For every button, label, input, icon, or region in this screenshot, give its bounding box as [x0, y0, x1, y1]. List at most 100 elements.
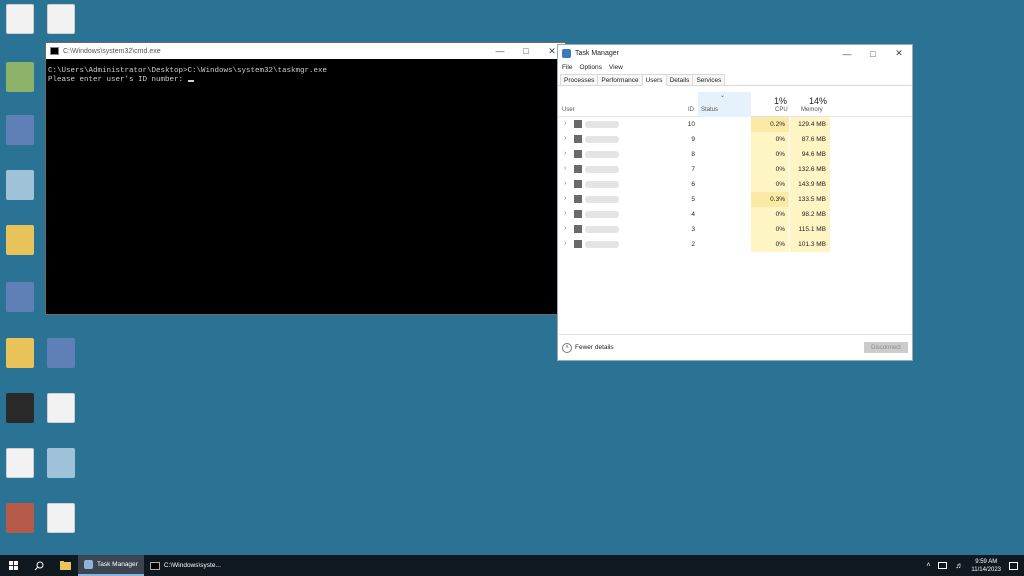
memory-cell: 87.6 MB	[790, 132, 830, 147]
user-id: 10	[687, 121, 695, 128]
user-id: 8	[691, 151, 695, 158]
desktop-file-icon[interactable]	[6, 448, 34, 478]
chevron-up-icon: ˄	[562, 342, 572, 353]
user-icon	[574, 180, 582, 188]
cpu-value: 0.3%	[770, 196, 785, 203]
table-row[interactable]: › 7 0% 132.6 MB	[558, 162, 912, 177]
sort-arrow-icon: ⌄	[720, 93, 726, 99]
file-explorer-button[interactable]	[52, 555, 78, 576]
column-user[interactable]: User	[562, 107, 575, 113]
user-id: 7	[691, 166, 695, 173]
memory-value: 101.3 MB	[798, 241, 826, 248]
column-id[interactable]: ID	[688, 107, 694, 113]
expand-chevron-icon[interactable]: ›	[564, 150, 566, 157]
cpu-cell: 0%	[751, 222, 789, 237]
desktop-app-icon[interactable]	[6, 282, 34, 312]
expand-chevron-icon[interactable]: ›	[564, 210, 566, 217]
cpu-value: 0.2%	[770, 121, 785, 128]
table-row[interactable]: › 3 0% 115.1 MB	[558, 222, 912, 237]
tab-details[interactable]: Details	[665, 74, 694, 85]
table-row[interactable]: › 6 0% 143.9 MB	[558, 177, 912, 192]
tray-chevron-up-icon[interactable]: ˄	[926, 562, 930, 569]
memory-value: 98.2 MB	[801, 211, 826, 218]
desktop-folder-icon[interactable]	[6, 225, 34, 255]
expand-chevron-icon[interactable]: ›	[564, 180, 566, 187]
desktop-app-icon[interactable]	[6, 62, 34, 92]
memory-cell: 98.2 MB	[790, 207, 830, 222]
table-row[interactable]: › 10 0.2% 129.4 MB	[558, 117, 912, 132]
desktop-file-icon[interactable]	[6, 4, 34, 34]
minimize-button[interactable]: —	[834, 46, 860, 62]
clock[interactable]: 9:59 AM 11/14/2023	[971, 558, 1001, 574]
tab-bar: Processes Performance Users Details Serv…	[558, 74, 912, 86]
tab-services[interactable]: Services	[692, 74, 726, 85]
disconnect-button[interactable]: Disconnect	[864, 342, 908, 353]
expand-chevron-icon[interactable]: ›	[564, 225, 566, 232]
desktop-folder-icon[interactable]	[6, 338, 34, 368]
cmd-titlebar[interactable]: C:\Windows\system32\cmd.exe — □ ✕	[46, 43, 565, 59]
desktop-file-icon[interactable]	[47, 503, 75, 533]
volume-icon[interactable]: ♬	[955, 561, 963, 570]
minimize-button[interactable]: —	[487, 43, 513, 59]
desktop-app-icon[interactable]	[6, 115, 34, 145]
folder-icon	[59, 561, 71, 570]
taskbar-app-task-manager[interactable]: Task Manager	[78, 555, 144, 576]
cpu-value: 0%	[775, 241, 785, 248]
expand-chevron-icon[interactable]: ›	[564, 135, 566, 142]
expand-chevron-icon[interactable]: ›	[564, 165, 566, 172]
table-row[interactable]: › 2 0% 101.3 MB	[558, 237, 912, 252]
close-button[interactable]: ✕	[886, 46, 912, 62]
memory-cell: 115.1 MB	[790, 222, 830, 237]
menu-file[interactable]: File	[562, 64, 572, 72]
search-icon	[34, 561, 44, 570]
cmd-window[interactable]: C:\Windows\system32\cmd.exe — □ ✕ C:\Use…	[45, 42, 566, 315]
taskbar-app-cmd[interactable]: C:\Windows\syste...	[144, 555, 227, 576]
memory-cell: 101.3 MB	[790, 237, 830, 252]
memory-total: 14%	[809, 96, 828, 106]
column-status[interactable]: Status	[701, 107, 718, 113]
desktop-file-icon[interactable]	[47, 4, 75, 34]
console-output[interactable]: C:\Users\Administrator\Desktop>C:\Window…	[46, 59, 565, 93]
column-cpu[interactable]: CPU	[775, 107, 788, 113]
tab-users[interactable]: Users	[641, 74, 667, 86]
notification-icon[interactable]	[1009, 561, 1018, 570]
search-button[interactable]	[26, 555, 52, 576]
desktop-app-icon[interactable]	[47, 448, 75, 478]
cpu-value: 0%	[775, 226, 785, 233]
expand-chevron-icon[interactable]: ›	[564, 195, 566, 202]
user-icon	[574, 135, 582, 143]
column-memory[interactable]: Memory	[801, 107, 823, 113]
start-button[interactable]	[0, 555, 26, 576]
maximize-button[interactable]: □	[513, 43, 539, 59]
desktop-app-icon[interactable]	[6, 393, 34, 423]
fewer-details-link[interactable]: ˄ Fewer details	[562, 342, 864, 353]
table-row[interactable]: › 8 0% 94.6 MB	[558, 147, 912, 162]
desktop-app-icon[interactable]	[6, 170, 34, 200]
expand-chevron-icon[interactable]: ›	[564, 240, 566, 247]
user-id: 2	[691, 241, 695, 248]
system-tray: ˄ ♬ 9:59 AM 11/14/2023	[926, 558, 1024, 574]
user-name-redacted	[585, 136, 619, 143]
cpu-value: 0%	[775, 211, 785, 218]
menu-view[interactable]: View	[609, 64, 623, 72]
cmd-icon	[50, 47, 59, 55]
desktop-app-icon[interactable]	[47, 338, 75, 368]
network-icon[interactable]	[938, 562, 948, 569]
cpu-value: 0%	[775, 166, 785, 173]
console-line: C:\Users\Administrator\Desktop>C:\Window…	[48, 67, 328, 75]
expand-chevron-icon[interactable]: ›	[564, 120, 566, 127]
desktop-file-icon[interactable]	[47, 393, 75, 423]
memory-cell: 94.6 MB	[790, 147, 830, 162]
tm-titlebar[interactable]: Task Manager — □ ✕	[558, 45, 912, 62]
desktop-app-icon[interactable]	[6, 503, 34, 533]
menu-options[interactable]: Options	[579, 64, 601, 72]
maximize-button[interactable]: □	[860, 46, 886, 62]
user-id: 3	[691, 226, 695, 233]
table-row[interactable]: › 4 0% 98.2 MB	[558, 207, 912, 222]
cmd-icon	[149, 561, 160, 570]
tab-performance[interactable]: Performance	[597, 74, 643, 85]
task-manager-window[interactable]: Task Manager — □ ✕ File Options View Pro…	[557, 44, 913, 361]
table-row[interactable]: › 9 0% 87.6 MB	[558, 132, 912, 147]
table-row[interactable]: › 5 0.3% 133.5 MB	[558, 192, 912, 207]
tab-processes[interactable]: Processes	[560, 74, 599, 85]
